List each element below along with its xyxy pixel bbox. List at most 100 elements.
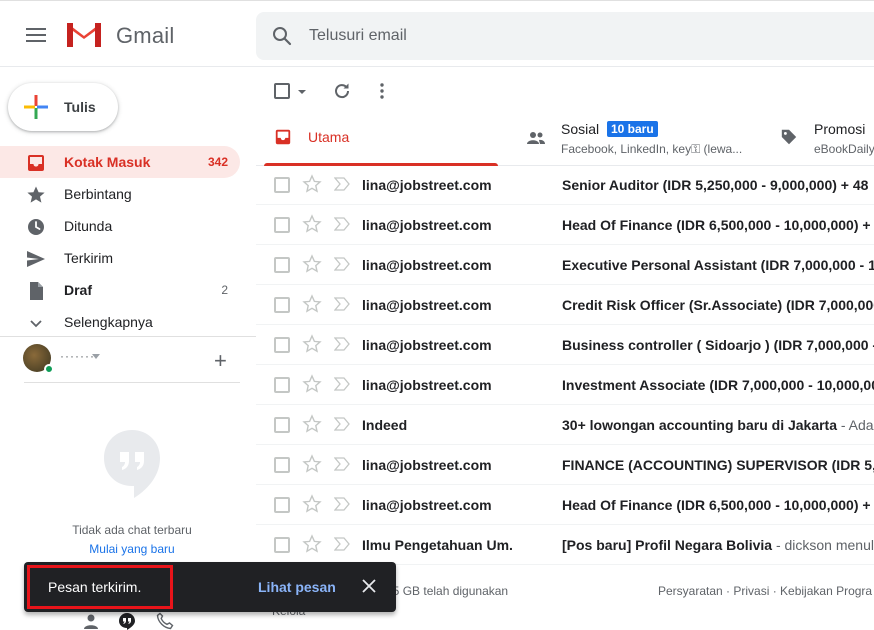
sidebar-item-inbox[interactable]: Kotak Masuk 342	[0, 146, 240, 178]
email-row[interactable]: lina@jobstreet.com Executive Personal Ass…	[256, 245, 874, 285]
email-row[interactable]: lina@jobstreet.com Head Of Finance (IDR 6…	[256, 205, 874, 245]
tab-primary[interactable]: Utama	[264, 114, 498, 166]
sidebar-item-label: Draf	[64, 282, 93, 298]
email-sender: lina@jobstreet.com	[362, 217, 492, 233]
sidebar-item-more[interactable]: Selengkapnya	[0, 306, 240, 338]
hangouts-bubble-icon	[104, 430, 160, 498]
importance-marker-icon[interactable]	[334, 337, 350, 351]
star-outline-icon[interactable]	[302, 534, 322, 554]
chevron-down-icon	[30, 320, 42, 328]
star-outline-icon[interactable]	[302, 214, 322, 234]
sidebar-item-label: Terkirim	[64, 250, 113, 266]
importance-marker-icon[interactable]	[334, 497, 350, 511]
importance-marker-icon[interactable]	[334, 537, 350, 551]
tab-promotions[interactable]: Promosi eBookDaily	[776, 114, 874, 166]
email-row[interactable]: lina@jobstreet.com Credit Risk Officer (S…	[256, 285, 874, 325]
email-row[interactable]: Ilmu Pengetahuan Um. [Pos baru] Profil Ne…	[256, 525, 874, 565]
divider	[0, 336, 256, 337]
select-caret-icon[interactable]	[298, 90, 306, 94]
star-outline-icon[interactable]	[302, 494, 322, 514]
person-icon[interactable]	[82, 612, 100, 630]
add-chat-icon[interactable]: +	[214, 348, 227, 374]
main-menu-button[interactable]	[22, 21, 50, 49]
app-name: Gmail	[116, 23, 175, 48]
row-checkbox[interactable]	[274, 537, 290, 553]
email-snippet: - Ada l	[840, 417, 874, 433]
more-vert-icon[interactable]	[372, 81, 392, 101]
email-row[interactable]: lina@jobstreet.com Senior Auditor (IDR 5,…	[256, 165, 874, 205]
start-chat-link[interactable]: Mulai yang baru	[0, 542, 264, 556]
row-checkbox[interactable]	[274, 337, 290, 353]
row-checkbox[interactable]	[274, 457, 290, 473]
view-message-link[interactable]: Lihat pesan	[258, 579, 336, 595]
email-subject: 30+ lowongan accounting baru di Jakarta	[562, 417, 838, 433]
row-checkbox[interactable]	[274, 257, 290, 273]
email-row[interactable]: lina@jobstreet.com FINANCE (ACCOUNTING) S…	[256, 445, 874, 485]
send-icon	[27, 251, 45, 267]
email-subject: Senior Auditor (IDR 5,250,000 - 9,000,00…	[562, 177, 869, 193]
email-row[interactable]: Indeed 30+ lowongan accounting baru di Ja…	[256, 405, 874, 445]
importance-marker-icon[interactable]	[334, 257, 350, 271]
star-outline-icon[interactable]	[302, 294, 322, 314]
email-sender: lina@jobstreet.com	[362, 257, 492, 273]
email-sender: lina@jobstreet.com	[362, 337, 492, 353]
star-outline-icon[interactable]	[302, 254, 322, 274]
email-sender: lina@jobstreet.com	[362, 497, 492, 513]
star-outline-icon[interactable]	[302, 454, 322, 474]
email-snippet: - dickson menulis	[772, 537, 874, 553]
search-bar[interactable]: Telusuri email	[256, 12, 874, 60]
email-subject-line: 30+ lowongan accounting baru di Jakarta …	[562, 417, 874, 433]
star-outline-icon[interactable]	[302, 374, 322, 394]
app-header: Gmail Telusuri email	[0, 3, 874, 67]
email-subject-line: Credit Risk Officer (Sr.Associate) (IDR …	[562, 297, 874, 313]
hangouts-icon[interactable]	[118, 612, 136, 630]
refresh-icon[interactable]	[332, 81, 352, 101]
close-icon[interactable]	[360, 577, 378, 595]
email-row[interactable]: lina@jobstreet.com Investment Associate (…	[256, 365, 874, 405]
star-outline-icon[interactable]	[302, 174, 322, 194]
category-tabs: Utama Sosial 10 baru Facebook, LinkedIn,…	[256, 114, 874, 166]
email-row[interactable]: lina@jobstreet.com Business controller ( …	[256, 325, 874, 365]
gmail-logo-icon[interactable]	[64, 19, 104, 51]
email-sender: lina@jobstreet.com	[362, 297, 492, 313]
search-input[interactable]: Telusuri email	[309, 27, 407, 45]
sidebar-item-sent[interactable]: Terkirim	[0, 242, 240, 274]
email-row[interactable]: lina@jobstreet.com Head Of Finance (IDR 6…	[256, 485, 874, 525]
user-name[interactable]: ·······	[60, 349, 95, 363]
footer-links[interactable]: Persyaratan · Privasi · Kebijakan Progra	[658, 584, 874, 598]
importance-marker-icon[interactable]	[334, 457, 350, 471]
tab-label: Promosi	[814, 121, 866, 137]
email-subject-line: Head Of Finance (IDR 6,500,000 - 10,000,…	[562, 217, 874, 233]
compose-button[interactable]: Tulis	[8, 83, 118, 131]
toast-message: Pesan terkirim.	[48, 579, 142, 595]
row-checkbox[interactable]	[274, 417, 290, 433]
star-outline-icon[interactable]	[302, 334, 322, 354]
email-sender: lina@jobstreet.com	[362, 177, 492, 193]
row-checkbox[interactable]	[274, 217, 290, 233]
tab-social[interactable]: Sosial 10 baru Facebook, LinkedIn, key⚿ …	[522, 114, 772, 166]
phone-icon[interactable]	[156, 612, 174, 630]
importance-marker-icon[interactable]	[334, 177, 350, 191]
sidebar-item-snoozed[interactable]: Ditunda	[0, 210, 240, 242]
email-subject: [Pos baru] Profil Negara Bolivia	[562, 537, 773, 553]
sidebar-item-label: Berbintang	[64, 186, 132, 202]
importance-marker-icon[interactable]	[334, 297, 350, 311]
row-checkbox[interactable]	[274, 177, 290, 193]
sidebar-item-starred[interactable]: Berbintang	[0, 178, 240, 210]
caret-down-icon[interactable]	[92, 354, 100, 359]
divider	[24, 382, 240, 383]
importance-marker-icon[interactable]	[334, 217, 350, 231]
sidebar-item-drafts[interactable]: Draf 2	[0, 274, 240, 306]
star-outline-icon[interactable]	[302, 414, 322, 434]
email-subject: Head Of Finance (IDR 6,500,000 - 10,000,…	[562, 497, 871, 513]
row-checkbox[interactable]	[274, 297, 290, 313]
search-icon[interactable]	[270, 24, 294, 48]
email-subject-line: FINANCE (ACCOUNTING) SUPERVISOR (IDR 5,0…	[562, 457, 874, 473]
importance-marker-icon[interactable]	[334, 377, 350, 391]
email-list: lina@jobstreet.com Senior Auditor (IDR 5,…	[256, 165, 874, 565]
email-subject-line: Senior Auditor (IDR 5,250,000 - 9,000,00…	[562, 177, 874, 193]
row-checkbox[interactable]	[274, 497, 290, 513]
select-all-checkbox[interactable]	[274, 83, 290, 99]
importance-marker-icon[interactable]	[334, 417, 350, 431]
row-checkbox[interactable]	[274, 377, 290, 393]
